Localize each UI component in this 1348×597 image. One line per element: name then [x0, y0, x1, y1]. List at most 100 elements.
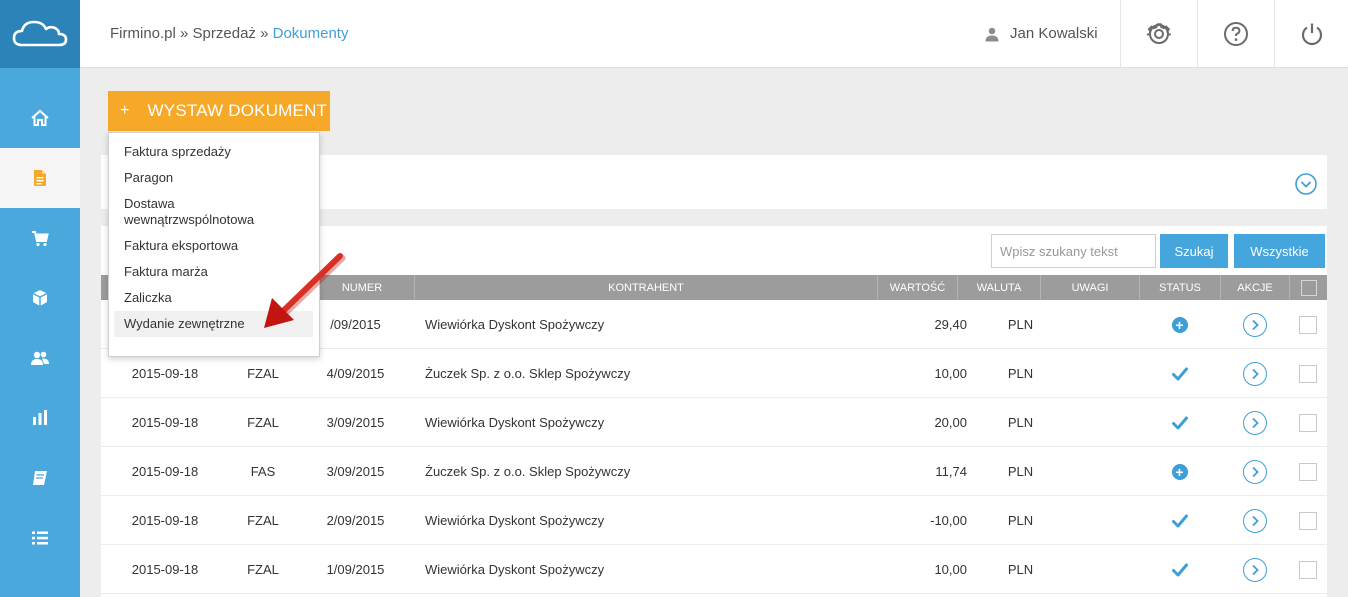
- list-icon: [32, 531, 48, 545]
- book-icon: [33, 471, 47, 485]
- cell-currency: PLN: [1007, 562, 1034, 577]
- search-button[interactable]: Szukaj: [1160, 234, 1228, 268]
- table-row[interactable]: 2015-09-18 FZAL 3/09/2015 Wiewiórka Dyskont…: [101, 398, 1327, 447]
- cell-value: 10,00: [934, 562, 967, 577]
- breadcrumb-root[interactable]: Firmino.pl: [110, 25, 176, 42]
- cell-value: 10,00: [934, 366, 967, 381]
- top-header: Firmino.pl » Sprzedaż » Dokumenty Jan Ko…: [80, 0, 1348, 68]
- logout-button[interactable]: [1274, 0, 1348, 67]
- sidebar-item-ledger[interactable]: [0, 448, 80, 508]
- dropdown-item-receipt[interactable]: Paragon: [114, 165, 313, 191]
- cell-currency: PLN: [1007, 464, 1034, 479]
- users-icon: [31, 351, 49, 365]
- column-header-value[interactable]: WARTOŚĆ: [877, 275, 957, 300]
- table-row[interactable]: 2015-09-18 FZAL 2/09/2015 Wiewiórka Dyskont…: [101, 496, 1327, 545]
- cell-number: 2/09/2015: [326, 513, 385, 528]
- sidebar-item-products[interactable]: [0, 268, 80, 328]
- cell-actions: [1220, 300, 1289, 349]
- settings-button[interactable]: [1120, 0, 1197, 67]
- cell-value: 11,74: [935, 464, 967, 479]
- document-icon: [34, 170, 46, 186]
- sidebar: [0, 0, 80, 597]
- cell-type: FZAL: [247, 562, 279, 577]
- cell-number: 3/09/2015: [326, 464, 385, 479]
- sidebar-item-home[interactable]: [0, 88, 80, 148]
- chevron-down-icon: [1295, 173, 1317, 195]
- search-input[interactable]: [991, 234, 1156, 268]
- sidebar-item-reports[interactable]: [0, 388, 80, 448]
- help-icon: [1224, 21, 1248, 46]
- column-header-contractor[interactable]: KONTRAHENT: [414, 275, 877, 300]
- select-all-checkbox[interactable]: [1300, 279, 1317, 296]
- plus-icon: +: [120, 102, 130, 119]
- sidebar-item-sales[interactable]: [0, 208, 80, 268]
- row-actions-button[interactable]: [1242, 557, 1267, 582]
- cell-value: -10,00: [930, 513, 967, 528]
- row-actions-button[interactable]: [1242, 410, 1267, 435]
- cell-number: 3/09/2015: [326, 415, 385, 430]
- cell-select: [1289, 545, 1327, 594]
- help-button[interactable]: [1197, 0, 1274, 67]
- cell-number: 1/09/2015: [326, 562, 385, 577]
- cell-status: [1139, 545, 1220, 594]
- column-header-currency[interactable]: WALUTA: [957, 275, 1040, 300]
- cell-status: [1139, 398, 1220, 447]
- breadcrumb-section[interactable]: Sprzedaż: [193, 25, 256, 42]
- breadcrumb-separator: »: [180, 25, 189, 42]
- red-arrow-annotation: [264, 253, 346, 328]
- cell-status: [1139, 349, 1220, 398]
- chevron-right-icon: [1251, 319, 1259, 330]
- dropdown-item-sales-invoice[interactable]: Faktura sprzedaży: [114, 139, 313, 165]
- status-done-check-icon: [1171, 563, 1188, 576]
- row-checkbox[interactable]: [1299, 413, 1317, 432]
- cell-contractor: Wiewiórka Dyskont Spożywczy: [425, 513, 605, 528]
- status-pending-icon[interactable]: +: [1171, 316, 1188, 333]
- chevron-right-icon: [1251, 417, 1259, 428]
- filter-expand-button[interactable]: [1295, 173, 1317, 200]
- column-header-actions: AKCJE: [1220, 275, 1289, 300]
- cell-date: 2015-09-18: [131, 415, 199, 430]
- column-header-notes[interactable]: UWAGI: [1040, 275, 1139, 300]
- chevron-right-icon: [1251, 466, 1259, 477]
- issue-document-button[interactable]: + WYSTAW DOKUMENT: [108, 91, 330, 131]
- user-name: Jan Kowalski: [1010, 25, 1098, 42]
- status-done-check-icon: [1171, 416, 1188, 429]
- sidebar-item-documents[interactable]: [0, 148, 80, 208]
- sidebar-item-list[interactable]: [0, 508, 80, 568]
- column-header-status[interactable]: STATUS: [1139, 275, 1220, 300]
- row-checkbox[interactable]: [1299, 462, 1317, 481]
- row-checkbox[interactable]: [1299, 511, 1317, 530]
- chevron-right-icon: [1251, 368, 1259, 379]
- status-done-check-icon: [1171, 367, 1188, 380]
- sidebar-item-contractors[interactable]: [0, 328, 80, 388]
- cell-contractor: Wiewiórka Dyskont Spożywczy: [425, 415, 605, 430]
- cell-type: FZAL: [247, 415, 279, 430]
- cell-value: 29,40: [934, 317, 967, 332]
- table-row[interactable]: 2015-09-18 FZAL 1/09/2015 Wiewiórka Dyskont…: [101, 545, 1327, 594]
- row-checkbox[interactable]: [1299, 560, 1317, 579]
- row-actions-button[interactable]: [1242, 361, 1267, 386]
- cell-contractor: Żuczek Sp. z o.o. Sklep Spożywczy: [425, 464, 631, 479]
- cell-actions: [1220, 545, 1289, 594]
- cell-value: 20,00: [934, 415, 967, 430]
- breadcrumb: Firmino.pl » Sprzedaż » Dokumenty: [110, 25, 348, 42]
- dropdown-item-intra-community-delivery[interactable]: Dostawa wewnątrzwspólnotowa: [114, 191, 264, 233]
- status-pending-icon[interactable]: +: [1171, 463, 1188, 480]
- chevron-right-icon: [1251, 515, 1259, 526]
- cell-actions: [1220, 398, 1289, 447]
- user-menu[interactable]: Jan Kowalski: [984, 25, 1098, 42]
- row-actions-button[interactable]: [1242, 459, 1267, 484]
- show-all-button[interactable]: Wszystkie: [1234, 234, 1325, 268]
- cell-status: [1139, 496, 1220, 545]
- table-row[interactable]: 2015-09-18 FAS 3/09/2015 Żuczek Sp. z o.o. …: [101, 447, 1327, 496]
- column-header-select-all: [1289, 275, 1327, 300]
- cloud-logo-icon[interactable]: [0, 0, 80, 68]
- row-checkbox[interactable]: [1299, 364, 1317, 383]
- row-actions-button[interactable]: [1242, 312, 1267, 337]
- cell-actions: [1220, 349, 1289, 398]
- cell-currency: PLN: [1007, 513, 1034, 528]
- cell-status: +: [1139, 300, 1220, 349]
- chevron-right-icon: [1251, 564, 1259, 575]
- row-actions-button[interactable]: [1242, 508, 1267, 533]
- row-checkbox[interactable]: [1299, 315, 1317, 334]
